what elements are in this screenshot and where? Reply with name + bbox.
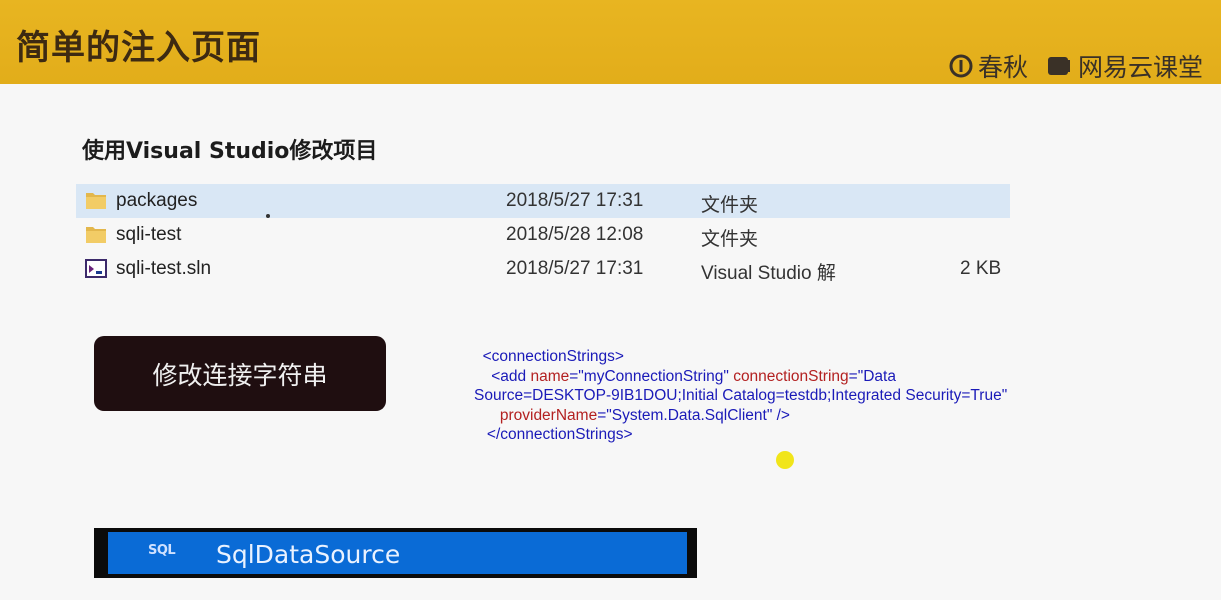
- file-row-sqli-test-sln[interactable]: sqli-test.sln 2018/5/27 17:31 Visual Stu…: [76, 252, 1010, 286]
- chunqiu-brand-text: 春秋: [978, 53, 1029, 82]
- netease-logo-icon: [1048, 57, 1070, 75]
- file-name: sqli-test.sln: [116, 258, 212, 279]
- file-date: 2018/5/27 17:31: [506, 258, 644, 279]
- connection-string-code: <connectionStrings> <add name="myConnect…: [474, 347, 1094, 445]
- netease-brand: 网易云课堂: [1046, 48, 1203, 84]
- chunqiu-brand: 春秋: [948, 48, 1028, 84]
- section-heading: 使用Visual Studio修改项目: [82, 139, 378, 164]
- folder-icon: [85, 223, 107, 251]
- code-line-3: Source=DESKTOP-9IB1DOU;Initial Catalog=t…: [474, 387, 1008, 405]
- code-line-2: <add name="myConnectionString" connectio…: [491, 367, 896, 385]
- file-type: 文件夹: [701, 229, 759, 250]
- file-date: 2018/5/28 12:08: [506, 224, 644, 245]
- code-line-1: <connectionStrings>: [482, 348, 624, 365]
- file-name: packages: [116, 190, 198, 211]
- file-size: 2 KB: [960, 258, 1002, 279]
- chunqiu-logo-icon: [949, 54, 973, 78]
- file-type: Visual Studio 解: [701, 263, 836, 284]
- page-title: 简单的注入页面: [16, 28, 261, 68]
- code-line-5: </connectionStrings>: [486, 426, 633, 444]
- file-date: 2018/5/27 17:31: [506, 190, 644, 211]
- file-type: 文件夹: [701, 195, 759, 216]
- pointer-highlight: [776, 451, 794, 469]
- file-row-sqli-test[interactable]: sqli-test 2018/5/28 12:08 文件夹: [76, 218, 1010, 252]
- netease-brand-text: 网易云课堂: [1078, 53, 1204, 82]
- modify-connection-string-button[interactable]: 修改连接字符串: [94, 336, 386, 411]
- vs-solution-icon: [85, 257, 109, 285]
- folder-icon: [85, 189, 107, 217]
- cursor-dot: [266, 214, 270, 218]
- file-row-packages[interactable]: packages 2018/5/27 17:31 文件夹: [76, 184, 1010, 218]
- code-line-4: providerName="System.Data.SqlClient" />: [499, 406, 790, 424]
- sql-icon: SQL: [148, 543, 176, 558]
- file-list: packages 2018/5/27 17:31 文件夹 sqli-test 2…: [76, 184, 1010, 286]
- sqldatasource-label: SqlDataSource: [216, 540, 401, 569]
- header-bar: 简单的注入页面 春秋 网易云课堂: [0, 0, 1221, 84]
- file-name: sqli-test: [116, 224, 182, 245]
